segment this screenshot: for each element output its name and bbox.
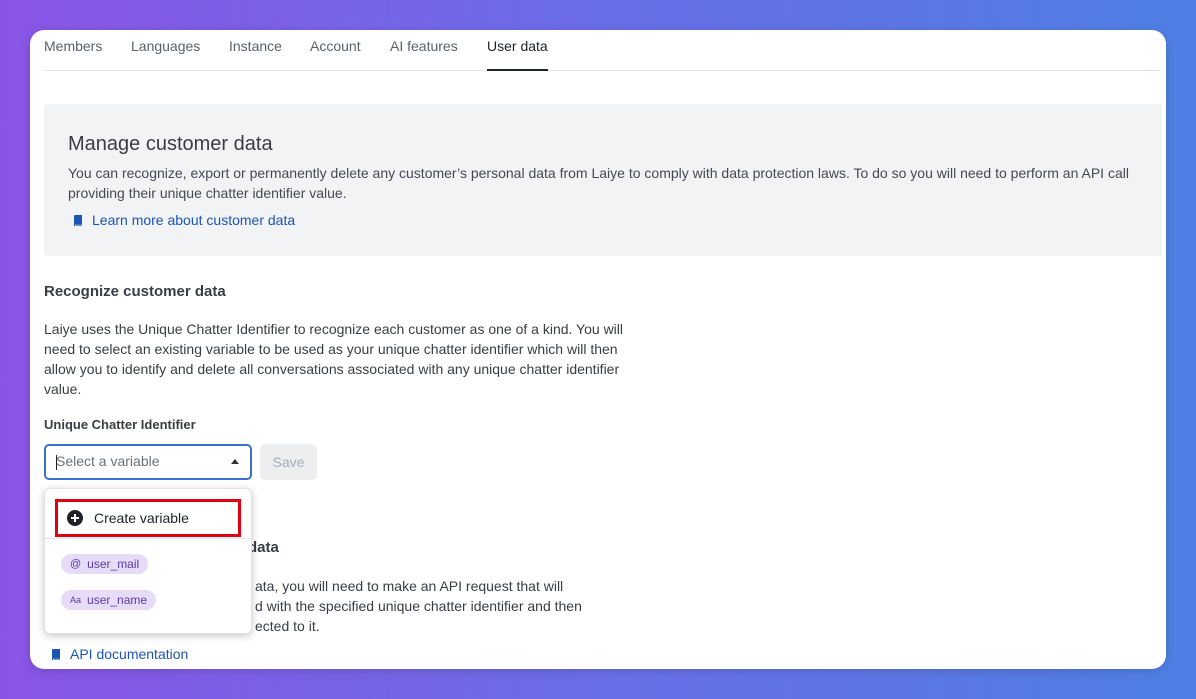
learn-more-link[interactable]: Learn more about customer data [74, 212, 295, 228]
settings-tabs: Members Languages Instance Account AI fe… [44, 30, 1160, 71]
create-variable-label: Create variable [94, 510, 189, 526]
recognize-section-title: Recognize customer data [44, 283, 226, 300]
variable-option-label: user_name [87, 593, 148, 607]
tab-instance[interactable]: Instance [229, 38, 282, 69]
unique-chatter-identifier-label: Unique Chatter Identifier [44, 417, 196, 432]
chevron-up-icon[interactable] [231, 459, 239, 464]
learn-more-link-text: Learn more about customer data [92, 212, 296, 228]
tab-ai-features[interactable]: AI features [390, 38, 458, 69]
text-cursor [56, 455, 57, 470]
recognize-section-description: Laiye uses the Unique Chatter Identifier… [44, 321, 624, 397]
book-icon [74, 214, 82, 226]
banner-title: Manage customer data [68, 133, 273, 155]
variable-dropdown: Create variable @ user_mail Aa user_name [44, 488, 252, 634]
tab-members[interactable]: Members [44, 38, 102, 69]
variable-select[interactable] [44, 444, 252, 480]
at-icon: @ [70, 558, 82, 570]
api-documentation-link-text: API documentation [70, 646, 189, 662]
settings-window: Members Languages Instance Account AI fe… [30, 30, 1166, 669]
save-button[interactable]: Save [260, 444, 317, 480]
variable-option-user-mail[interactable]: @ user_mail [61, 554, 149, 574]
api-documentation-link[interactable]: API documentation [52, 646, 188, 662]
create-variable-option[interactable]: Create variable [55, 499, 241, 537]
variable-option-label: user_mail [87, 557, 140, 571]
export-section-title-partial: data [248, 539, 279, 556]
info-banner: Manage customer data You can recognize, … [44, 104, 1162, 256]
plus-circle-icon [67, 510, 83, 526]
book-icon [52, 648, 60, 660]
variable-option-user-name[interactable]: Aa user_name [61, 590, 157, 610]
tab-languages[interactable]: Languages [131, 38, 200, 69]
tab-account[interactable]: Account [310, 38, 361, 69]
text-type-icon: Aa [70, 595, 82, 605]
variable-select-input[interactable] [56, 453, 216, 469]
tab-user-data[interactable]: User data [487, 38, 548, 71]
dropdown-divider [45, 538, 251, 539]
banner-description: You can recognize, export or permanently… [68, 165, 1129, 201]
